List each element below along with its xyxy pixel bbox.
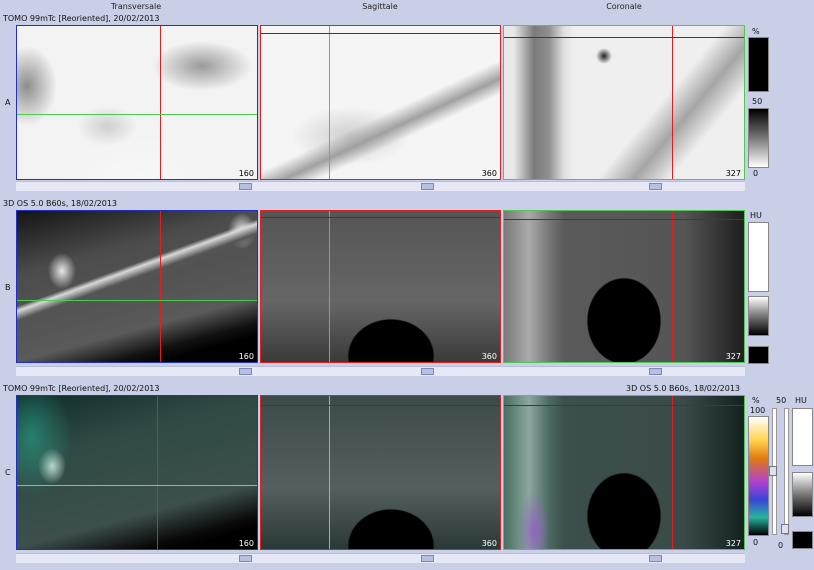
slice-number: 327 — [725, 169, 741, 178]
viewport-a-transversale[interactable]: 160 — [16, 25, 258, 180]
level-slider-track[interactable] — [784, 408, 789, 535]
slice-number: 160 — [238, 169, 254, 178]
slice-number: 360 — [481, 539, 497, 548]
crosshair-horizontal — [17, 485, 257, 486]
scrollbar-row-a[interactable] — [16, 181, 745, 191]
row-b-title: 3D OS 5.0 B60s, 18/02/2013 — [3, 199, 118, 208]
crosshair-vertical — [672, 26, 673, 179]
column-title-sagittale: Sagittale — [362, 2, 398, 11]
window-slider-knob[interactable] — [769, 466, 777, 476]
scroll-thumb-coronale[interactable] — [649, 368, 662, 375]
scale-c-gradient[interactable] — [748, 416, 769, 536]
scale-b-top-bar — [748, 222, 769, 292]
row-c-title-right: 3D OS 5.0 B60s, 18/02/2013 — [626, 384, 741, 393]
slice-number: 360 — [481, 169, 497, 178]
crosshair-vertical — [329, 26, 330, 179]
crosshair-vertical — [329, 396, 330, 549]
crosshair-vertical — [672, 396, 673, 549]
crosshair-horizontal — [504, 37, 744, 38]
scrollbar-row-c[interactable] — [16, 553, 745, 563]
scroll-thumb-coronale[interactable] — [649, 555, 662, 562]
scale-c-hu-top-bar — [792, 408, 813, 466]
scale-a-gradient[interactable] — [748, 108, 769, 168]
scale-c-unit2: HU — [795, 396, 807, 405]
crosshair-horizontal — [261, 405, 500, 406]
scale-c-top-label: 100 — [750, 406, 766, 415]
crosshair-vertical — [672, 211, 673, 362]
scroll-thumb-sagittale[interactable] — [421, 183, 434, 190]
scale-b-gradient[interactable] — [748, 296, 769, 336]
row-c-title: TOMO 99mTc [Reoriented], 20/02/2013 — [3, 384, 160, 393]
crosshair-vertical — [160, 211, 161, 362]
scale-b-unit: HU — [750, 211, 762, 220]
crosshair-horizontal — [261, 217, 500, 218]
scale-a-bottom-label: 0 — [753, 169, 759, 178]
scroll-thumb-coronale[interactable] — [649, 183, 662, 190]
row-c-letter: C — [5, 468, 11, 477]
viewport-c-coronale[interactable]: 327 — [503, 395, 745, 550]
scale-a-mid-label: 50 — [752, 97, 763, 106]
viewport-b-sagittale[interactable]: 360 — [260, 210, 501, 363]
scale-a-top-bar — [748, 37, 769, 92]
viewport-c-transversale[interactable]: 160 — [16, 395, 258, 550]
crosshair-horizontal — [17, 300, 257, 301]
crosshair-horizontal — [504, 219, 744, 220]
slice-number: 160 — [238, 539, 254, 548]
viewport-b-transversale[interactable]: 160 — [16, 210, 258, 363]
row-a-title: TOMO 99mTc [Reoriented], 20/02/2013 — [3, 14, 160, 23]
scroll-thumb-transversale[interactable] — [239, 368, 252, 375]
crosshair-horizontal — [17, 114, 257, 115]
scale-c-hu-bottom-bar — [792, 531, 813, 549]
viewport-c-sagittale[interactable]: 360 — [260, 395, 501, 550]
level-slider-knob[interactable] — [781, 524, 789, 534]
crosshair-vertical — [329, 211, 330, 362]
column-title-transversale: Transversale — [110, 2, 162, 11]
slice-number: 160 — [238, 352, 254, 361]
scale-c-hu-gradient[interactable] — [792, 472, 813, 517]
scroll-thumb-sagittale[interactable] — [421, 555, 434, 562]
scroll-thumb-transversale[interactable] — [239, 555, 252, 562]
row-a-letter: A — [5, 98, 11, 107]
scroll-thumb-sagittale[interactable] — [421, 368, 434, 375]
column-title-coronale: Coronale — [606, 2, 642, 11]
scale-c-bottom-label: 0 — [753, 538, 759, 547]
row-b-letter: B — [5, 283, 11, 292]
scroll-thumb-transversale[interactable] — [239, 183, 252, 190]
viewport-b-coronale[interactable]: 327 — [503, 210, 745, 363]
crosshair-vertical — [157, 396, 158, 549]
scale-c-bottom2-label: 0 — [778, 541, 784, 550]
crosshair-horizontal — [261, 33, 500, 34]
scale-c-mid2-label: 50 — [776, 396, 787, 405]
viewport-a-coronale[interactable]: 327 — [503, 25, 745, 180]
viewport-a-sagittale[interactable]: 360 — [260, 25, 501, 180]
crosshair-vertical — [160, 26, 161, 179]
slice-number: 327 — [725, 539, 741, 548]
crosshair-horizontal — [504, 405, 744, 406]
scale-a-unit: % — [752, 27, 760, 36]
scale-b-bottom-bar — [748, 346, 769, 364]
slice-number: 360 — [481, 352, 497, 361]
scale-c-unit: % — [752, 396, 760, 405]
scrollbar-row-b[interactable] — [16, 366, 745, 376]
slice-number: 327 — [725, 352, 741, 361]
